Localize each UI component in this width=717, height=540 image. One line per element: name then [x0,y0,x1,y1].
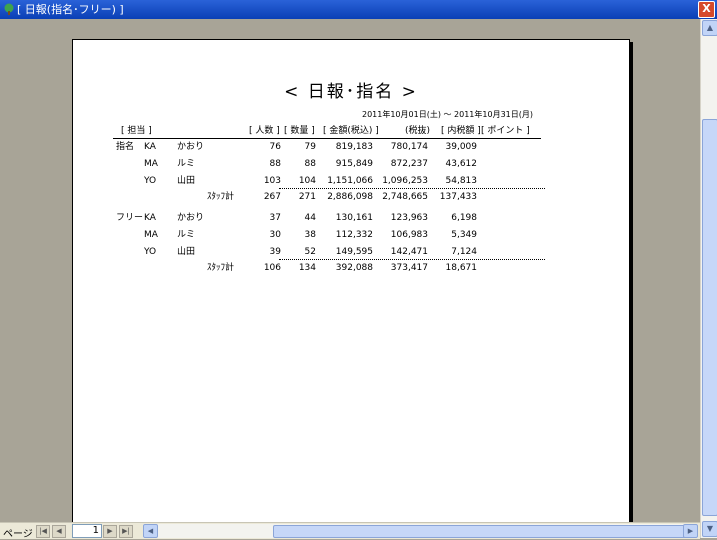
internal-value: 5,349 [451,230,477,240]
horizontal-scroll-thumb[interactable] [273,525,695,538]
report-title: < 日報･指名 > [284,82,418,102]
amount-value: 819,183 [335,142,373,152]
vertical-scrollbar[interactable]: ▲ ▼ [700,19,717,538]
horizontal-scrollbar[interactable]: ◀ ▶ [143,524,698,538]
header-internal: [ 内税額 ] [441,126,481,136]
staff-code: MA [144,230,158,240]
prev-page-button[interactable]: ◀ [52,525,66,538]
subtotal-amount: 392,088 [335,263,373,273]
tree-icon [4,3,14,15]
staff-name: ルミ [177,159,196,169]
header-quantity: [ 数量 ] [284,126,315,136]
subtotal-tax: 2,748,665 [382,192,428,202]
tax-value: 123,963 [390,213,428,223]
qty-value: 104 [298,176,316,186]
close-button[interactable]: X [698,1,715,18]
staff-name: ルミ [177,230,196,240]
staff-code: KA [144,142,156,152]
internal-value: 39,009 [445,142,478,152]
subtotal-qty: 271 [298,192,316,202]
qty-value: 79 [304,142,316,152]
subtotal-divider [279,188,545,189]
amount-value: 915,849 [335,159,373,169]
qty-value: 52 [304,247,316,257]
header-staff: [ 担当 ] [121,126,152,136]
amount-value: 130,161 [335,213,373,223]
subtotal-label: ｽﾀｯﾌ計 [207,263,235,273]
subtotal-label: ｽﾀｯﾌ計 [207,192,235,202]
staff-name: 山田 [177,247,196,257]
header-tax: (税抜) [405,126,431,136]
group-label: 指名 [116,142,135,152]
title-bar: [ 日報(指名･フリー) ] X [0,0,717,19]
amount-value: 112,332 [335,230,373,240]
subtotal-amount: 2,886,098 [327,192,373,202]
group-label: フリー [116,213,144,223]
scroll-right-icon[interactable]: ▶ [683,524,698,538]
staff-code: YO [144,176,157,186]
people-value: 30 [269,230,281,240]
staff-code: YO [144,247,157,257]
header-amount: [ 金額(税込) ] [323,126,379,136]
tax-value: 1,096,253 [382,176,428,186]
last-page-button[interactable]: ▶| [119,525,133,538]
page-navigation-bar: ページ |◀ ◀ 1 ▶ ▶| ◀ ▶ [0,522,700,540]
internal-value: 54,813 [445,176,478,186]
staff-name: かおり [177,142,205,152]
qty-value: 44 [304,213,316,223]
header-points: [ ポイント ] [481,126,530,136]
scroll-down-icon[interactable]: ▼ [702,521,717,537]
amount-value: 1,151,066 [327,176,373,186]
people-value: 88 [269,159,281,169]
header-people: [ 人数 ] [249,126,280,136]
staff-code: MA [144,159,158,169]
tax-value: 780,174 [390,142,428,152]
report-page: < 日報･指名 > 2011年10月01日(土) ～ 2011年10月31日(月… [72,39,630,522]
subtotal-divider [279,259,545,260]
subtotal-tax: 373,417 [390,263,428,273]
amount-value: 149,595 [335,247,373,257]
preview-area: < 日報･指名 > 2011年10月01日(土) ～ 2011年10月31日(月… [0,19,700,522]
scroll-up-icon[interactable]: ▲ [702,20,717,36]
subtotal-internal: 18,671 [445,263,478,273]
subtotal-internal: 137,433 [439,192,477,202]
internal-value: 7,124 [451,247,477,257]
people-value: 39 [269,247,281,257]
page-number-input[interactable]: 1 [72,524,102,538]
date-range: 2011年10月01日(土) ～ 2011年10月31日(月) [361,110,533,119]
qty-value: 38 [304,230,316,240]
subtotal-people: 106 [263,263,281,273]
internal-value: 6,198 [451,213,477,223]
subtotal-qty: 134 [298,263,316,273]
tax-value: 142,471 [390,247,428,257]
people-value: 37 [269,213,281,223]
staff-name: 山田 [177,176,196,186]
window-title: [ 日報(指名･フリー) ] [17,3,124,16]
subtotal-people: 267 [263,192,281,202]
vertical-scroll-thumb[interactable] [702,119,717,516]
next-page-button[interactable]: ▶ [103,525,117,538]
first-page-button[interactable]: |◀ [36,525,50,538]
scroll-left-icon[interactable]: ◀ [143,524,158,538]
internal-value: 43,612 [445,159,478,169]
staff-name: かおり [177,213,205,223]
staff-code: KA [144,213,156,223]
qty-value: 88 [304,159,316,169]
tax-value: 872,237 [390,159,428,169]
people-value: 103 [263,176,281,186]
tax-value: 106,983 [390,230,428,240]
header-divider [113,138,541,139]
people-value: 76 [269,142,281,152]
